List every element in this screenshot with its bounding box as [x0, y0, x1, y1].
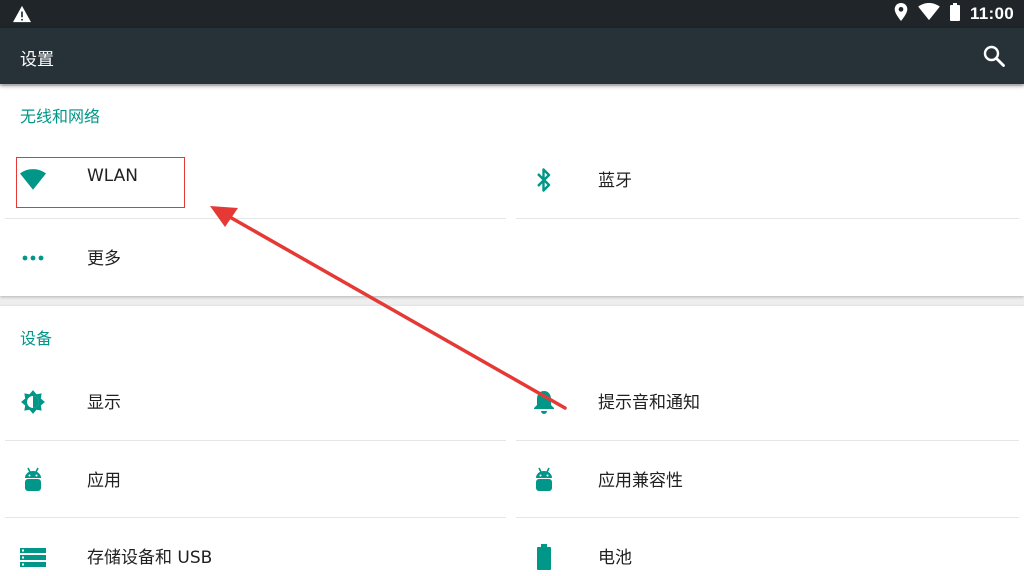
- battery-icon: [531, 544, 557, 570]
- settings-item-label: 电池: [598, 548, 632, 568]
- settings-item-label: 应用兼容性: [598, 471, 683, 491]
- android-icon: [20, 467, 46, 493]
- storage-icon: [20, 544, 46, 570]
- battery-icon: [949, 3, 960, 25]
- brightness-icon: [20, 389, 46, 415]
- settings-item-label: 显示: [87, 393, 121, 413]
- settings-item-label: 提示音和通知: [598, 393, 700, 413]
- settings-item-wlan[interactable]: WLAN: [5, 141, 506, 218]
- search-icon[interactable]: [982, 44, 1006, 68]
- settings-item-bluetooth[interactable]: 蓝牙: [516, 141, 1019, 218]
- settings-item-app-compatibility[interactable]: 应用兼容性: [516, 441, 1019, 518]
- wireless-networks-card: 无线和网络 WLAN 蓝牙 更多: [0, 86, 1024, 296]
- location-icon: [894, 3, 908, 25]
- warning-icon: [12, 5, 32, 27]
- settings-item-label: 蓝牙: [598, 171, 632, 191]
- settings-item-label: 存储设备和 USB: [87, 548, 213, 568]
- android-icon: [531, 467, 557, 493]
- page-title: 设置: [20, 50, 54, 70]
- section-title-wireless: 无线和网络: [20, 107, 101, 126]
- status-time: 11:00: [969, 4, 1014, 23]
- status-bar: 11:00: [0, 0, 1024, 28]
- more-dots-icon: [20, 245, 46, 271]
- settings-item-label: 更多: [87, 249, 121, 269]
- settings-item-storage-usb[interactable]: 存储设备和 USB: [5, 518, 506, 576]
- bell-icon: [531, 389, 557, 415]
- settings-item-label: WLAN: [87, 166, 139, 186]
- section-title-device: 设备: [20, 329, 53, 348]
- wifi-signal-icon: [918, 3, 940, 25]
- settings-item-sound-notification[interactable]: 提示音和通知: [516, 363, 1019, 440]
- wifi-icon: [20, 167, 46, 193]
- settings-item-display[interactable]: 显示: [5, 363, 506, 440]
- bluetooth-icon: [531, 167, 557, 193]
- settings-item-battery[interactable]: 电池: [516, 518, 1019, 576]
- device-card: 设备 显示 提示音和通知 应用 应用兼容性 存储设备和 USB 电池: [0, 306, 1024, 576]
- divider: [516, 218, 1019, 219]
- settings-item-more[interactable]: 更多: [5, 219, 506, 296]
- settings-item-label: 应用: [87, 471, 121, 491]
- app-bar: 设置: [0, 28, 1024, 84]
- settings-item-apps[interactable]: 应用: [5, 441, 506, 518]
